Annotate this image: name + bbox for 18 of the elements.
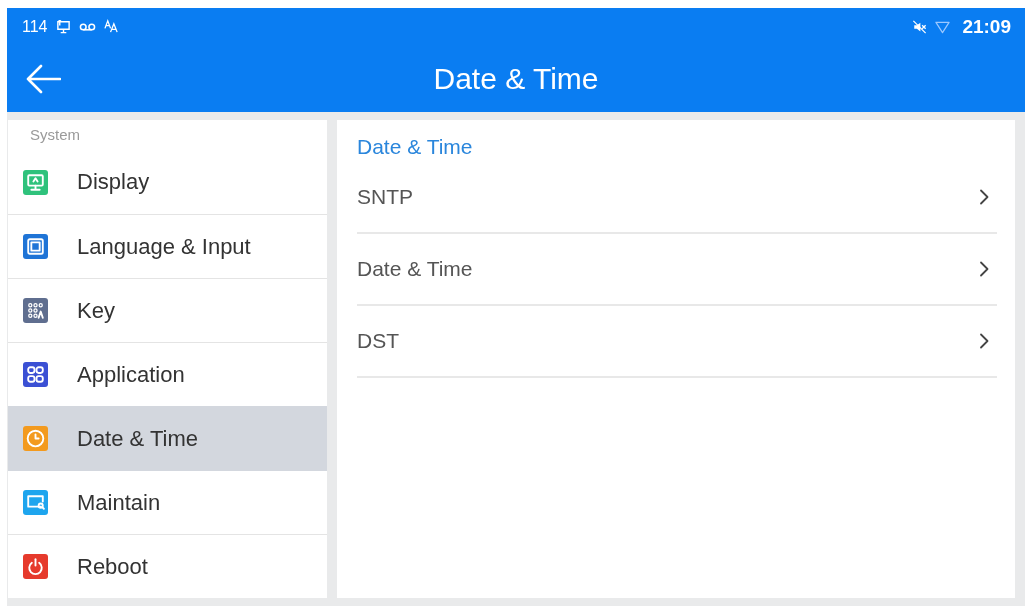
mute-icon [912, 19, 928, 34]
chevron-right-icon [979, 189, 989, 205]
text-size-icon [103, 19, 119, 34]
chevron-right-icon [979, 261, 989, 277]
settings-item[interactable]: Date & Time [357, 234, 997, 306]
wifi-icon [935, 19, 951, 34]
page-title: Date & Time [433, 61, 599, 96]
clock-time: 21:09 [962, 15, 1011, 38]
settings-item[interactable]: DST [357, 306, 997, 378]
monitor-icon [55, 19, 71, 34]
voicemail-icon [78, 21, 96, 32]
settings-item[interactable]: SNTP [357, 162, 997, 234]
section-label: System [29, 125, 80, 145]
back-arrow-icon[interactable] [25, 63, 61, 94]
chevron-right-icon [979, 333, 989, 349]
sidebar-item[interactable]: Date & Time [8, 406, 327, 470]
status-text: 114 [22, 17, 48, 36]
section-heading: Date & Time [357, 134, 473, 160]
